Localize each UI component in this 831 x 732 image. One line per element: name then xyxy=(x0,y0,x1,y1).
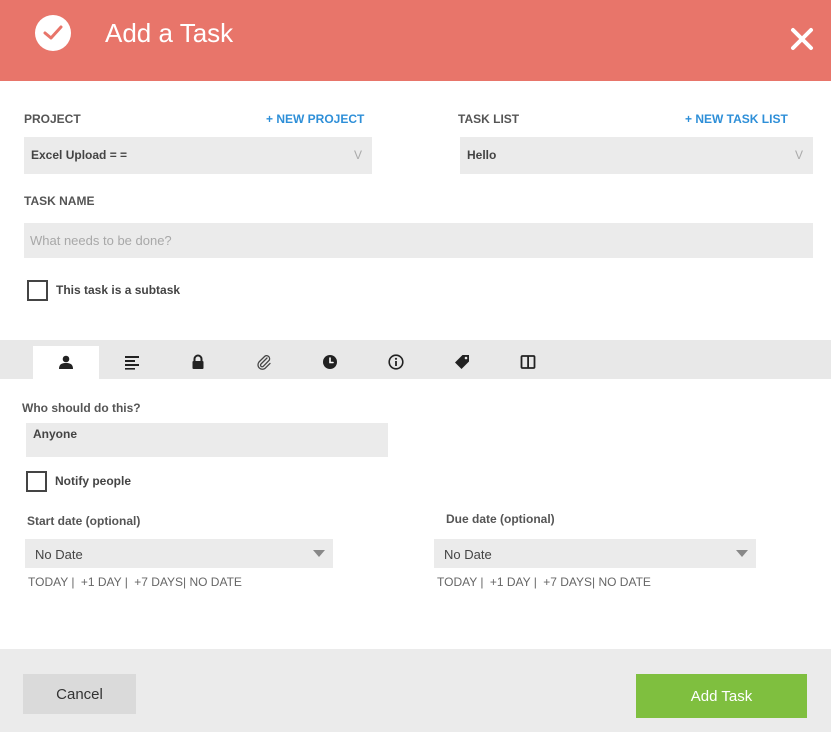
start-date-value: No Date xyxy=(35,547,83,562)
due-date-value: No Date xyxy=(444,547,492,562)
task-list-select-value: Hello xyxy=(467,148,497,162)
tab-board-columns[interactable] xyxy=(495,346,561,379)
due-plus1-link[interactable]: +1 DAY xyxy=(490,575,531,589)
tag-icon xyxy=(455,355,469,369)
assign-label: Who should do this? xyxy=(22,401,141,415)
new-project-link[interactable]: + NEW PROJECT xyxy=(266,112,364,126)
caret-down-icon xyxy=(736,550,748,557)
dialog-title: Add a Task xyxy=(105,18,234,48)
cancel-button[interactable]: Cancel xyxy=(23,674,136,714)
notify-checkbox[interactable] xyxy=(26,471,47,492)
assignee-field[interactable]: Anyone xyxy=(26,423,388,457)
task-name-input[interactable] xyxy=(24,223,813,258)
tab-info[interactable] xyxy=(363,346,429,379)
columns-icon xyxy=(520,355,536,369)
due-date-label: Due date (optional) xyxy=(446,512,555,526)
tab-description[interactable] xyxy=(99,346,165,379)
chevron-down-icon: V xyxy=(794,148,803,162)
due-today-link[interactable]: TODAY xyxy=(437,575,477,589)
subtask-checkbox[interactable] xyxy=(27,280,48,301)
due-nodate-link[interactable]: NO DATE xyxy=(598,575,650,589)
task-options-tabbar xyxy=(0,340,831,379)
task-list-select[interactable]: Hello V xyxy=(460,137,813,174)
notify-label: Notify people xyxy=(55,474,132,488)
subtask-label: This task is a subtask xyxy=(56,283,181,297)
paperclip-icon xyxy=(257,355,271,370)
due-date-select[interactable]: No Date xyxy=(434,539,756,568)
assignee-value: Anyone xyxy=(33,427,78,441)
dialog-footer: Cancel Add Task xyxy=(0,649,831,732)
due-plus7-link[interactable]: +7 DAYS xyxy=(543,575,592,589)
project-select[interactable]: Excel Upload = = V xyxy=(24,137,372,174)
lock-icon xyxy=(192,354,204,369)
start-plus7-link[interactable]: +7 DAYS xyxy=(134,575,183,589)
project-label: PROJECT xyxy=(24,112,81,126)
caret-down-icon xyxy=(313,550,325,557)
tab-people[interactable] xyxy=(33,346,99,379)
task-list-label: TASK LIST xyxy=(458,112,520,126)
tab-privacy[interactable] xyxy=(165,346,231,379)
new-task-list-link[interactable]: + NEW TASK LIST xyxy=(685,112,788,126)
project-select-value: Excel Upload = = xyxy=(31,148,128,162)
start-today-link[interactable]: TODAY xyxy=(28,575,68,589)
start-date-quick-links: TODAY | +1 DAY | +7 DAYS| NO DATE xyxy=(28,575,242,589)
due-date-quick-links: TODAY | +1 DAY | +7 DAYS| NO DATE xyxy=(437,575,651,589)
chevron-down-icon: V xyxy=(353,148,362,162)
start-nodate-link[interactable]: NO DATE xyxy=(189,575,241,589)
add-task-button[interactable]: Add Task xyxy=(636,674,807,718)
start-date-label: Start date (optional) xyxy=(27,514,141,528)
info-icon xyxy=(388,354,404,370)
dialog-header: Add a Task xyxy=(0,0,831,81)
tab-attachments[interactable] xyxy=(231,346,297,379)
close-icon[interactable] xyxy=(789,26,815,52)
task-name-label: TASK NAME xyxy=(24,194,95,208)
tab-tags[interactable] xyxy=(429,346,495,379)
tab-time[interactable] xyxy=(297,346,363,379)
description-lines-icon xyxy=(125,356,139,370)
person-icon xyxy=(59,355,73,369)
start-date-select[interactable]: No Date xyxy=(25,539,333,568)
check-circle-icon xyxy=(35,15,71,51)
start-plus1-link[interactable]: +1 DAY xyxy=(81,575,122,589)
clock-icon xyxy=(323,355,337,369)
